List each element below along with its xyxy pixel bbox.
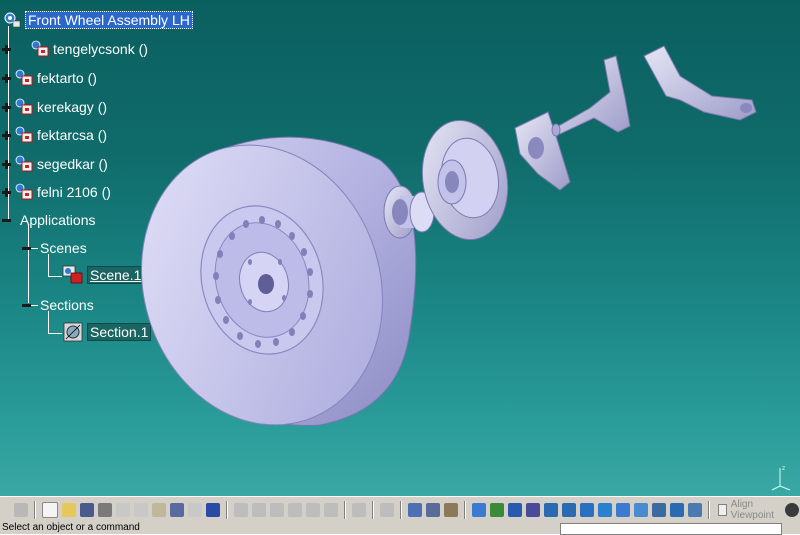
zoom-out-icon[interactable] bbox=[562, 503, 576, 517]
align-viewpoint-option[interactable]: Align Viewpoint bbox=[718, 499, 777, 521]
fly-mode-icon[interactable] bbox=[472, 503, 486, 517]
svg-text:z: z bbox=[782, 465, 785, 472]
measure-icon[interactable] bbox=[270, 503, 284, 517]
normal-view-icon[interactable] bbox=[580, 503, 594, 517]
align-viewpoint-checkbox[interactable] bbox=[718, 504, 727, 516]
paste-icon[interactable] bbox=[152, 503, 166, 517]
align-viewpoint-label: Align Viewpoint bbox=[730, 499, 774, 521]
tire[interactable] bbox=[106, 113, 418, 456]
save-icon[interactable] bbox=[80, 503, 94, 517]
mirror-icon[interactable] bbox=[444, 503, 458, 517]
update-icon[interactable] bbox=[352, 503, 366, 517]
shading-icon[interactable] bbox=[634, 503, 648, 517]
cube-icon[interactable] bbox=[380, 503, 394, 517]
layers-icon[interactable] bbox=[426, 503, 440, 517]
select-icon[interactable] bbox=[14, 503, 28, 517]
status-prompt: Select an object or a command bbox=[2, 522, 140, 533]
3d-viewport[interactable]: Front Wheel Assembly LH tengelycsonk () … bbox=[0, 0, 800, 496]
render-icon[interactable] bbox=[688, 503, 702, 517]
hide-show-icon[interactable] bbox=[652, 503, 666, 517]
cut-icon[interactable] bbox=[116, 503, 130, 517]
catalog-icon[interactable] bbox=[306, 503, 320, 517]
status-bar: Select an object or a command bbox=[0, 522, 800, 535]
open-file-icon[interactable] bbox=[62, 503, 76, 517]
command-input[interactable] bbox=[560, 523, 782, 535]
print-icon[interactable] bbox=[98, 503, 112, 517]
formula-icon[interactable] bbox=[234, 503, 248, 517]
globe-icon[interactable] bbox=[785, 503, 800, 517]
sketch-icon[interactable] bbox=[252, 503, 266, 517]
copy-icon[interactable] bbox=[134, 503, 148, 517]
new-file-icon[interactable] bbox=[42, 502, 58, 518]
fit-all-icon[interactable] bbox=[490, 503, 504, 517]
rotate-icon[interactable] bbox=[526, 503, 540, 517]
knowledge-icon[interactable] bbox=[324, 503, 338, 517]
steering-arm[interactable] bbox=[643, 45, 757, 121]
multi-view-icon[interactable] bbox=[598, 503, 612, 517]
grid-icon[interactable] bbox=[408, 503, 422, 517]
wheel-assembly-model[interactable] bbox=[0, 0, 800, 496]
axis-compass-icon[interactable]: z bbox=[768, 462, 792, 492]
iso-view-icon[interactable] bbox=[616, 503, 630, 517]
redo-icon[interactable] bbox=[188, 503, 202, 517]
whats-this-icon[interactable] bbox=[206, 503, 220, 517]
table-icon[interactable] bbox=[288, 503, 302, 517]
steering-knuckle[interactable] bbox=[551, 55, 631, 137]
swap-space-icon[interactable] bbox=[670, 503, 684, 517]
zoom-in-icon[interactable] bbox=[544, 503, 558, 517]
pan-icon[interactable] bbox=[508, 503, 522, 517]
undo-icon[interactable] bbox=[170, 503, 184, 517]
bottom-toolbar: Align Viewpoint bbox=[0, 496, 800, 524]
